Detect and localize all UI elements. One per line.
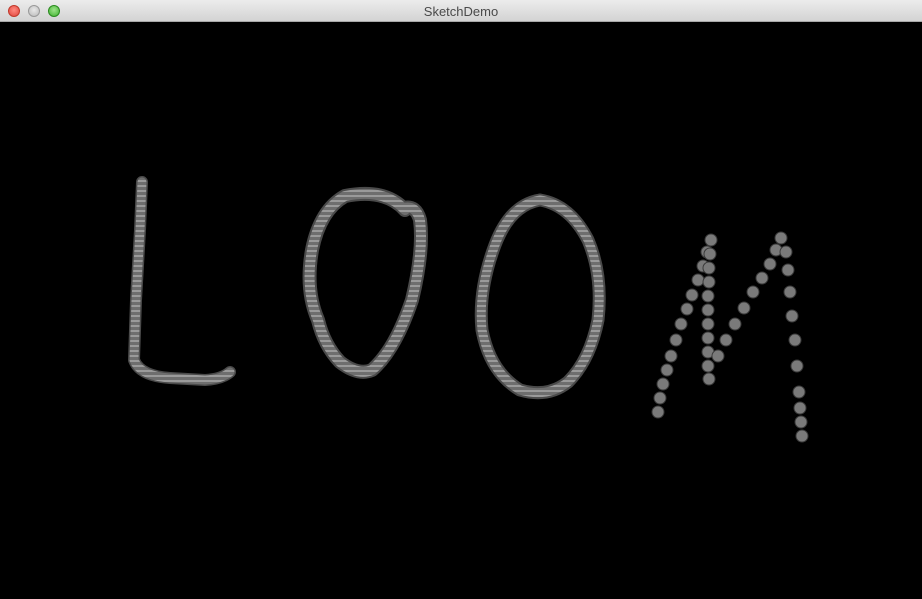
title-bar[interactable]: SketchDemo	[0, 0, 922, 22]
sketch-stroke-m	[651, 231, 809, 443]
sketch-stroke-o-first	[302, 186, 428, 379]
sketch-surface[interactable]	[0, 22, 922, 599]
sketch-stroke-l	[128, 176, 236, 386]
sketch-canvas[interactable]	[0, 22, 922, 599]
sketch-stroke-o-second	[474, 193, 606, 400]
window-title: SketchDemo	[423, 4, 499, 19]
app-window: SketchDemo	[0, 0, 922, 599]
